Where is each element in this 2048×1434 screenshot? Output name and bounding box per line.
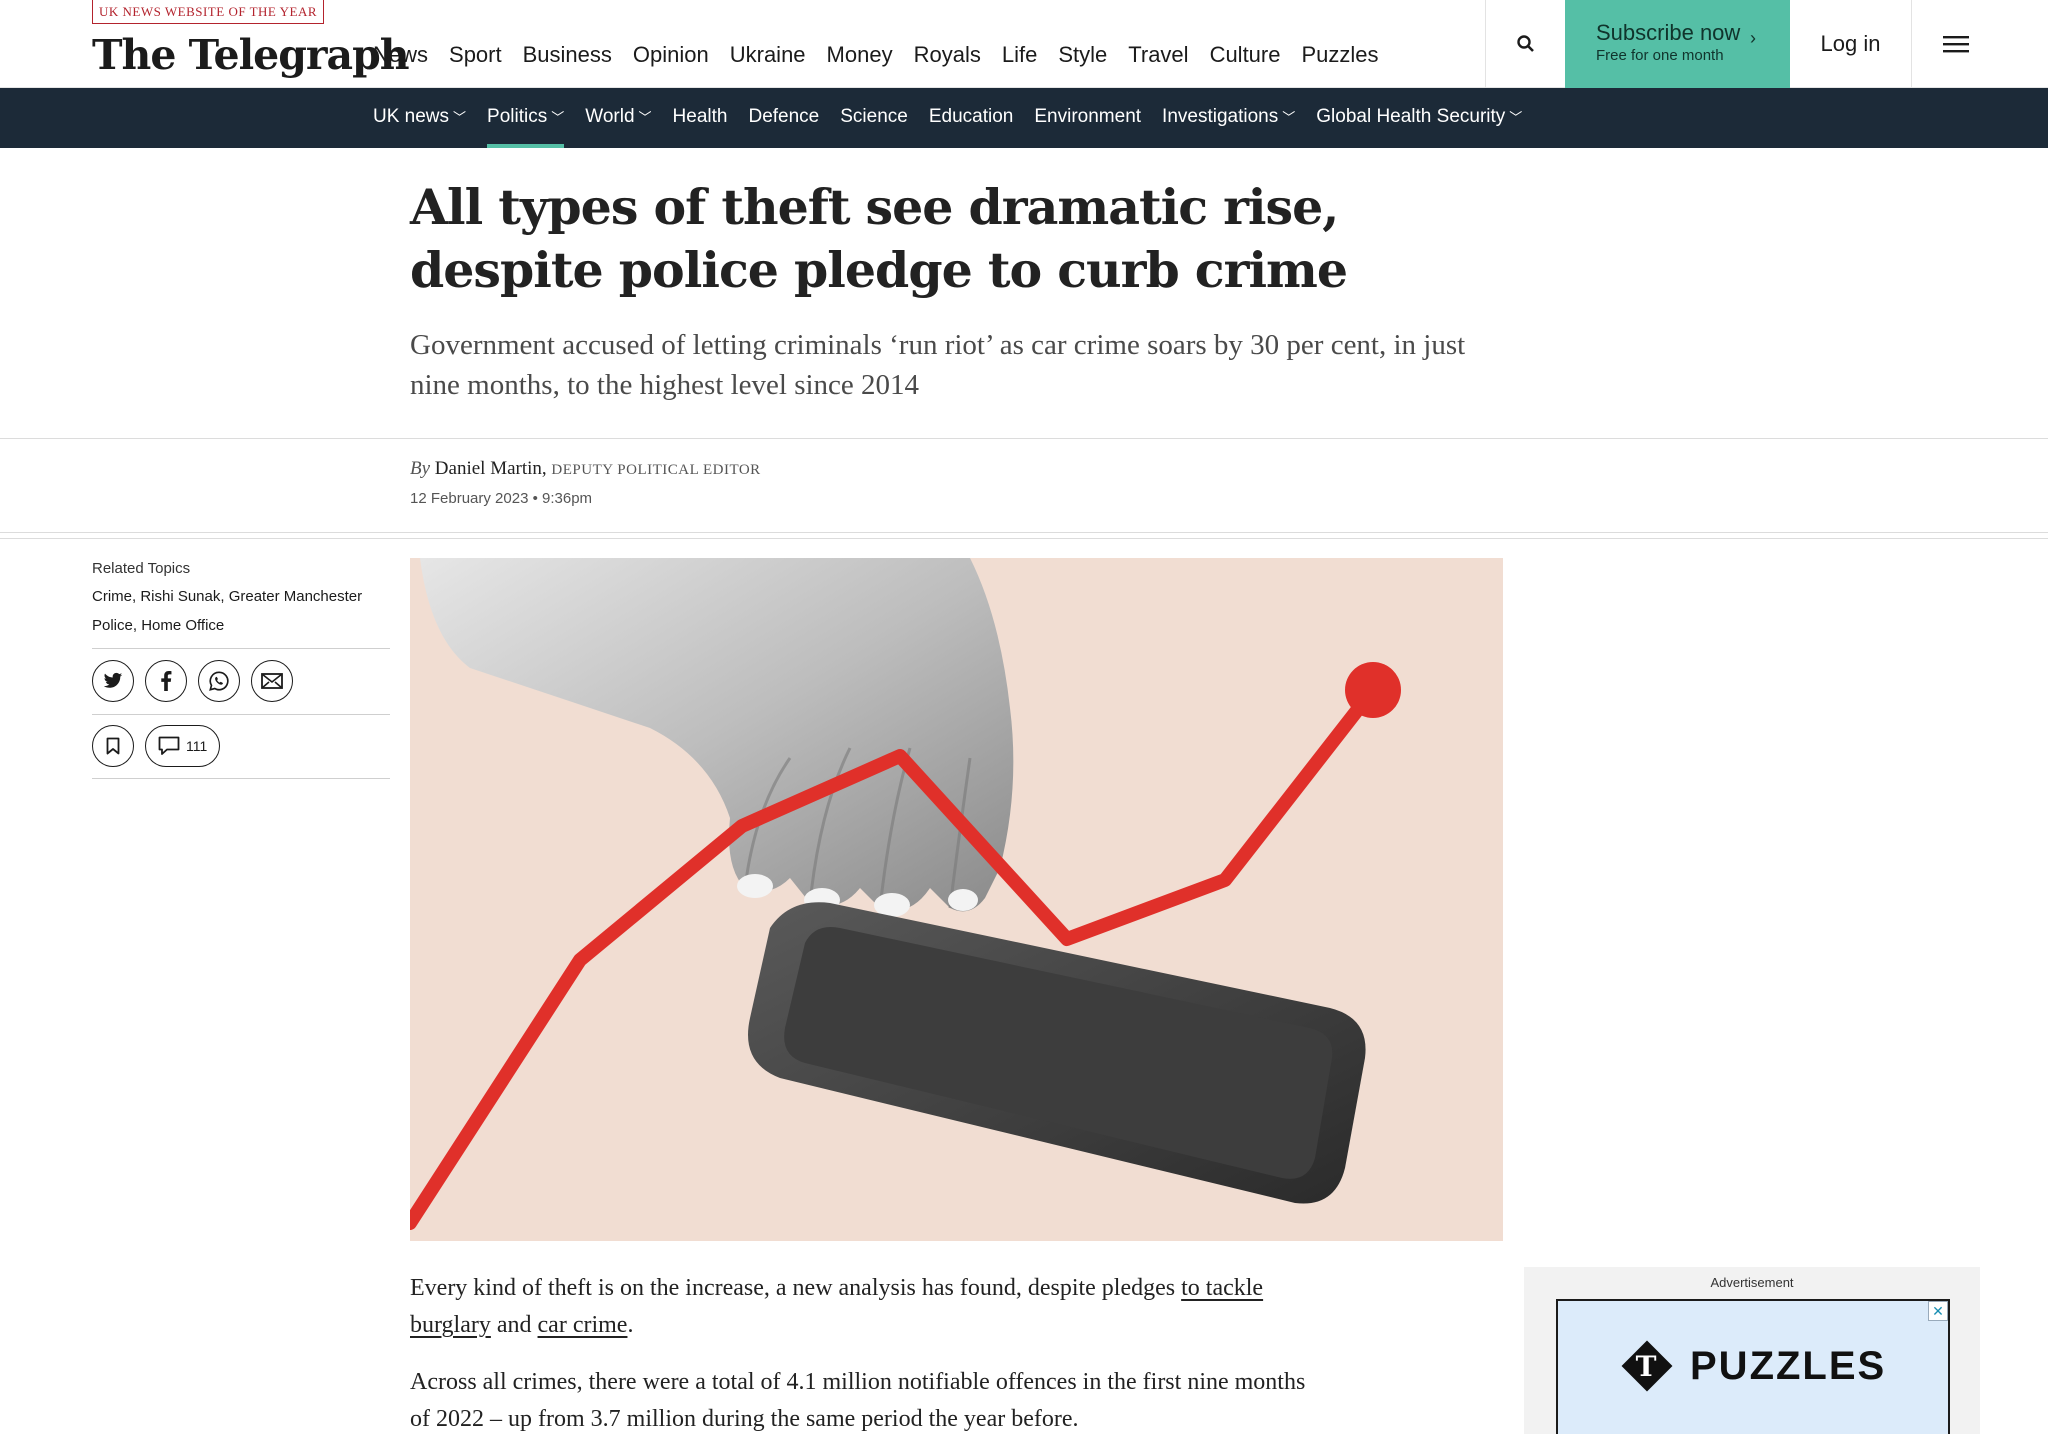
hamburger-icon — [1943, 36, 1969, 53]
nav-royals[interactable]: Royals — [914, 38, 981, 72]
comment-icon — [158, 736, 180, 755]
byline-prefix: By — [410, 458, 431, 479]
share-buttons — [92, 649, 390, 714]
paragraph-text: Every kind of theft is on the increase, … — [410, 1275, 1182, 1301]
subnav-label: World — [585, 106, 635, 127]
chevron-down-icon: ﹀ — [1282, 110, 1296, 125]
search-icon — [1516, 35, 1534, 52]
main-nav: News Sport Business Opinion Ukraine Mone… — [373, 38, 1400, 72]
author-role: DEPUTY POLITICAL EDITOR — [551, 462, 761, 478]
subnav-environment[interactable]: Environment — [1034, 88, 1141, 148]
hero-trend-dot — [1345, 662, 1401, 718]
subnav-education[interactable]: Education — [929, 88, 1014, 148]
share-email-button[interactable] — [251, 660, 293, 702]
divider — [92, 778, 390, 779]
link-car-crime[interactable]: car crime — [538, 1312, 628, 1338]
article-paragraph-1: Every kind of theft is on the increase, … — [410, 1270, 1310, 1344]
article-sidebar: Related Topics Crime, Rishi Sunak, Great… — [92, 556, 390, 779]
comment-count: 111 — [186, 738, 208, 754]
subnav-label: Defence — [748, 106, 820, 127]
subnav-label: Politics — [487, 106, 548, 127]
site-header: UK NEWS WEBSITE OF THE YEAR The Telegrap… — [0, 0, 2048, 88]
nav-travel[interactable]: Travel — [1128, 38, 1188, 72]
chevron-right-icon: › — [1750, 28, 1756, 48]
subnav-uk-news[interactable]: UK news ﹀ — [373, 88, 466, 148]
share-whatsapp-button[interactable] — [198, 660, 240, 702]
nav-style[interactable]: Style — [1058, 38, 1107, 72]
nav-opinion[interactable]: Opinion — [633, 38, 709, 72]
subscribe-label: Subscribe now — [1596, 20, 1741, 45]
ad-label: Advertisement — [1710, 1275, 1794, 1290]
subnav-science[interactable]: Science — [840, 88, 908, 148]
subnav-label: Science — [840, 106, 908, 127]
menu-button[interactable] — [1912, 0, 2000, 88]
chevron-down-icon: ﹀ — [1509, 110, 1523, 125]
divider — [0, 538, 2048, 539]
article-standfirst: Government accused of letting criminals … — [410, 329, 1466, 401]
subnav-label: Global Health Security — [1316, 106, 1506, 127]
svg-text:T: T — [1636, 1350, 1659, 1383]
email-icon — [261, 673, 283, 689]
article-actions: 111 — [92, 715, 390, 778]
article-headline: All types of theft see dramatic rise, de… — [410, 178, 1348, 299]
subscribe-sublabel: Free for one month — [1596, 47, 1724, 64]
section-subnav: UK news ﹀ Politics ﹀ World ﹀ Health Defence… — [0, 88, 2048, 148]
ad-brand-text: PUZZLES — [1690, 1343, 1887, 1388]
related-topics-label: Related Topics — [92, 560, 191, 577]
subnav-label: Health — [672, 106, 728, 127]
nav-ukraine[interactable]: Ukraine — [730, 38, 806, 72]
publish-date: 12 February 2023 • 9:36pm — [410, 490, 593, 507]
share-facebook-button[interactable] — [145, 660, 187, 702]
search-button[interactable] — [1485, 0, 1565, 88]
hand-phone-rising-chart-illustration — [410, 558, 1401, 1230]
subnav-label: UK news — [373, 106, 450, 127]
subnav-global-health-security[interactable]: Global Health Security ﹀ — [1316, 88, 1522, 148]
puzzles-ad-banner[interactable]: ✕ T PUZZLES — [1556, 1299, 1950, 1434]
chevron-down-icon: ﹀ — [551, 110, 565, 125]
bookmark-icon — [106, 737, 120, 755]
nav-money[interactable]: Money — [827, 38, 893, 72]
bookmark-button[interactable] — [92, 725, 134, 767]
subnav-investigations[interactable]: Investigations ﹀ — [1162, 88, 1295, 148]
close-icon[interactable]: ✕ — [1928, 1301, 1948, 1321]
share-twitter-button[interactable] — [92, 660, 134, 702]
whatsapp-icon — [209, 671, 229, 691]
subnav-politics[interactable]: Politics ﹀ — [487, 88, 565, 148]
nav-sport[interactable]: Sport — [449, 38, 502, 72]
subnav-health[interactable]: Health — [673, 88, 728, 148]
chevron-down-icon: ﹀ — [453, 110, 467, 125]
facebook-icon — [161, 671, 172, 691]
subnav-defence[interactable]: Defence — [748, 88, 819, 148]
nav-business[interactable]: Business — [523, 38, 612, 72]
telegraph-t-logo-icon: T — [1621, 1340, 1673, 1392]
paragraph-text: . — [627, 1312, 634, 1338]
divider — [0, 438, 2048, 439]
nav-puzzles[interactable]: Puzzles — [1301, 38, 1378, 72]
related-topics-list[interactable]: Crime, Rishi Sunak, Greater Manchester P… — [92, 582, 390, 648]
author-name[interactable]: Daniel Martin, — [435, 458, 547, 479]
nav-culture[interactable]: Culture — [1210, 38, 1281, 72]
chevron-down-icon: ﹀ — [638, 110, 652, 125]
article-paragraph-2: Across all crimes, there were a total of… — [410, 1369, 1306, 1432]
subnav-label: Education — [928, 106, 1014, 127]
divider — [0, 532, 2048, 533]
login-button[interactable]: Log in — [1790, 0, 1912, 88]
hero-image — [410, 558, 1503, 1241]
telegraph-logo[interactable]: The Telegraph — [92, 28, 410, 82]
byline: By Daniel Martin, DEPUTY POLITICAL EDITO… — [410, 458, 761, 480]
paragraph-text: and — [490, 1312, 538, 1338]
comments-button[interactable]: 111 — [145, 725, 221, 767]
subnav-world[interactable]: World ﹀ — [585, 88, 651, 148]
subnav-label: Environment — [1034, 106, 1142, 127]
subscribe-button[interactable]: Subscribe now Free for one month › — [1565, 0, 1790, 88]
nav-news[interactable]: News — [373, 38, 428, 72]
award-badge: UK NEWS WEBSITE OF THE YEAR — [92, 0, 325, 24]
twitter-icon — [103, 672, 123, 688]
advertisement: Advertisement ✕ T PUZZLES — [1524, 1267, 1980, 1434]
subnav-label: Investigations — [1162, 106, 1279, 127]
nav-life[interactable]: Life — [1002, 38, 1037, 72]
puzzles-brand: T PUZZLES — [1618, 1337, 1886, 1395]
